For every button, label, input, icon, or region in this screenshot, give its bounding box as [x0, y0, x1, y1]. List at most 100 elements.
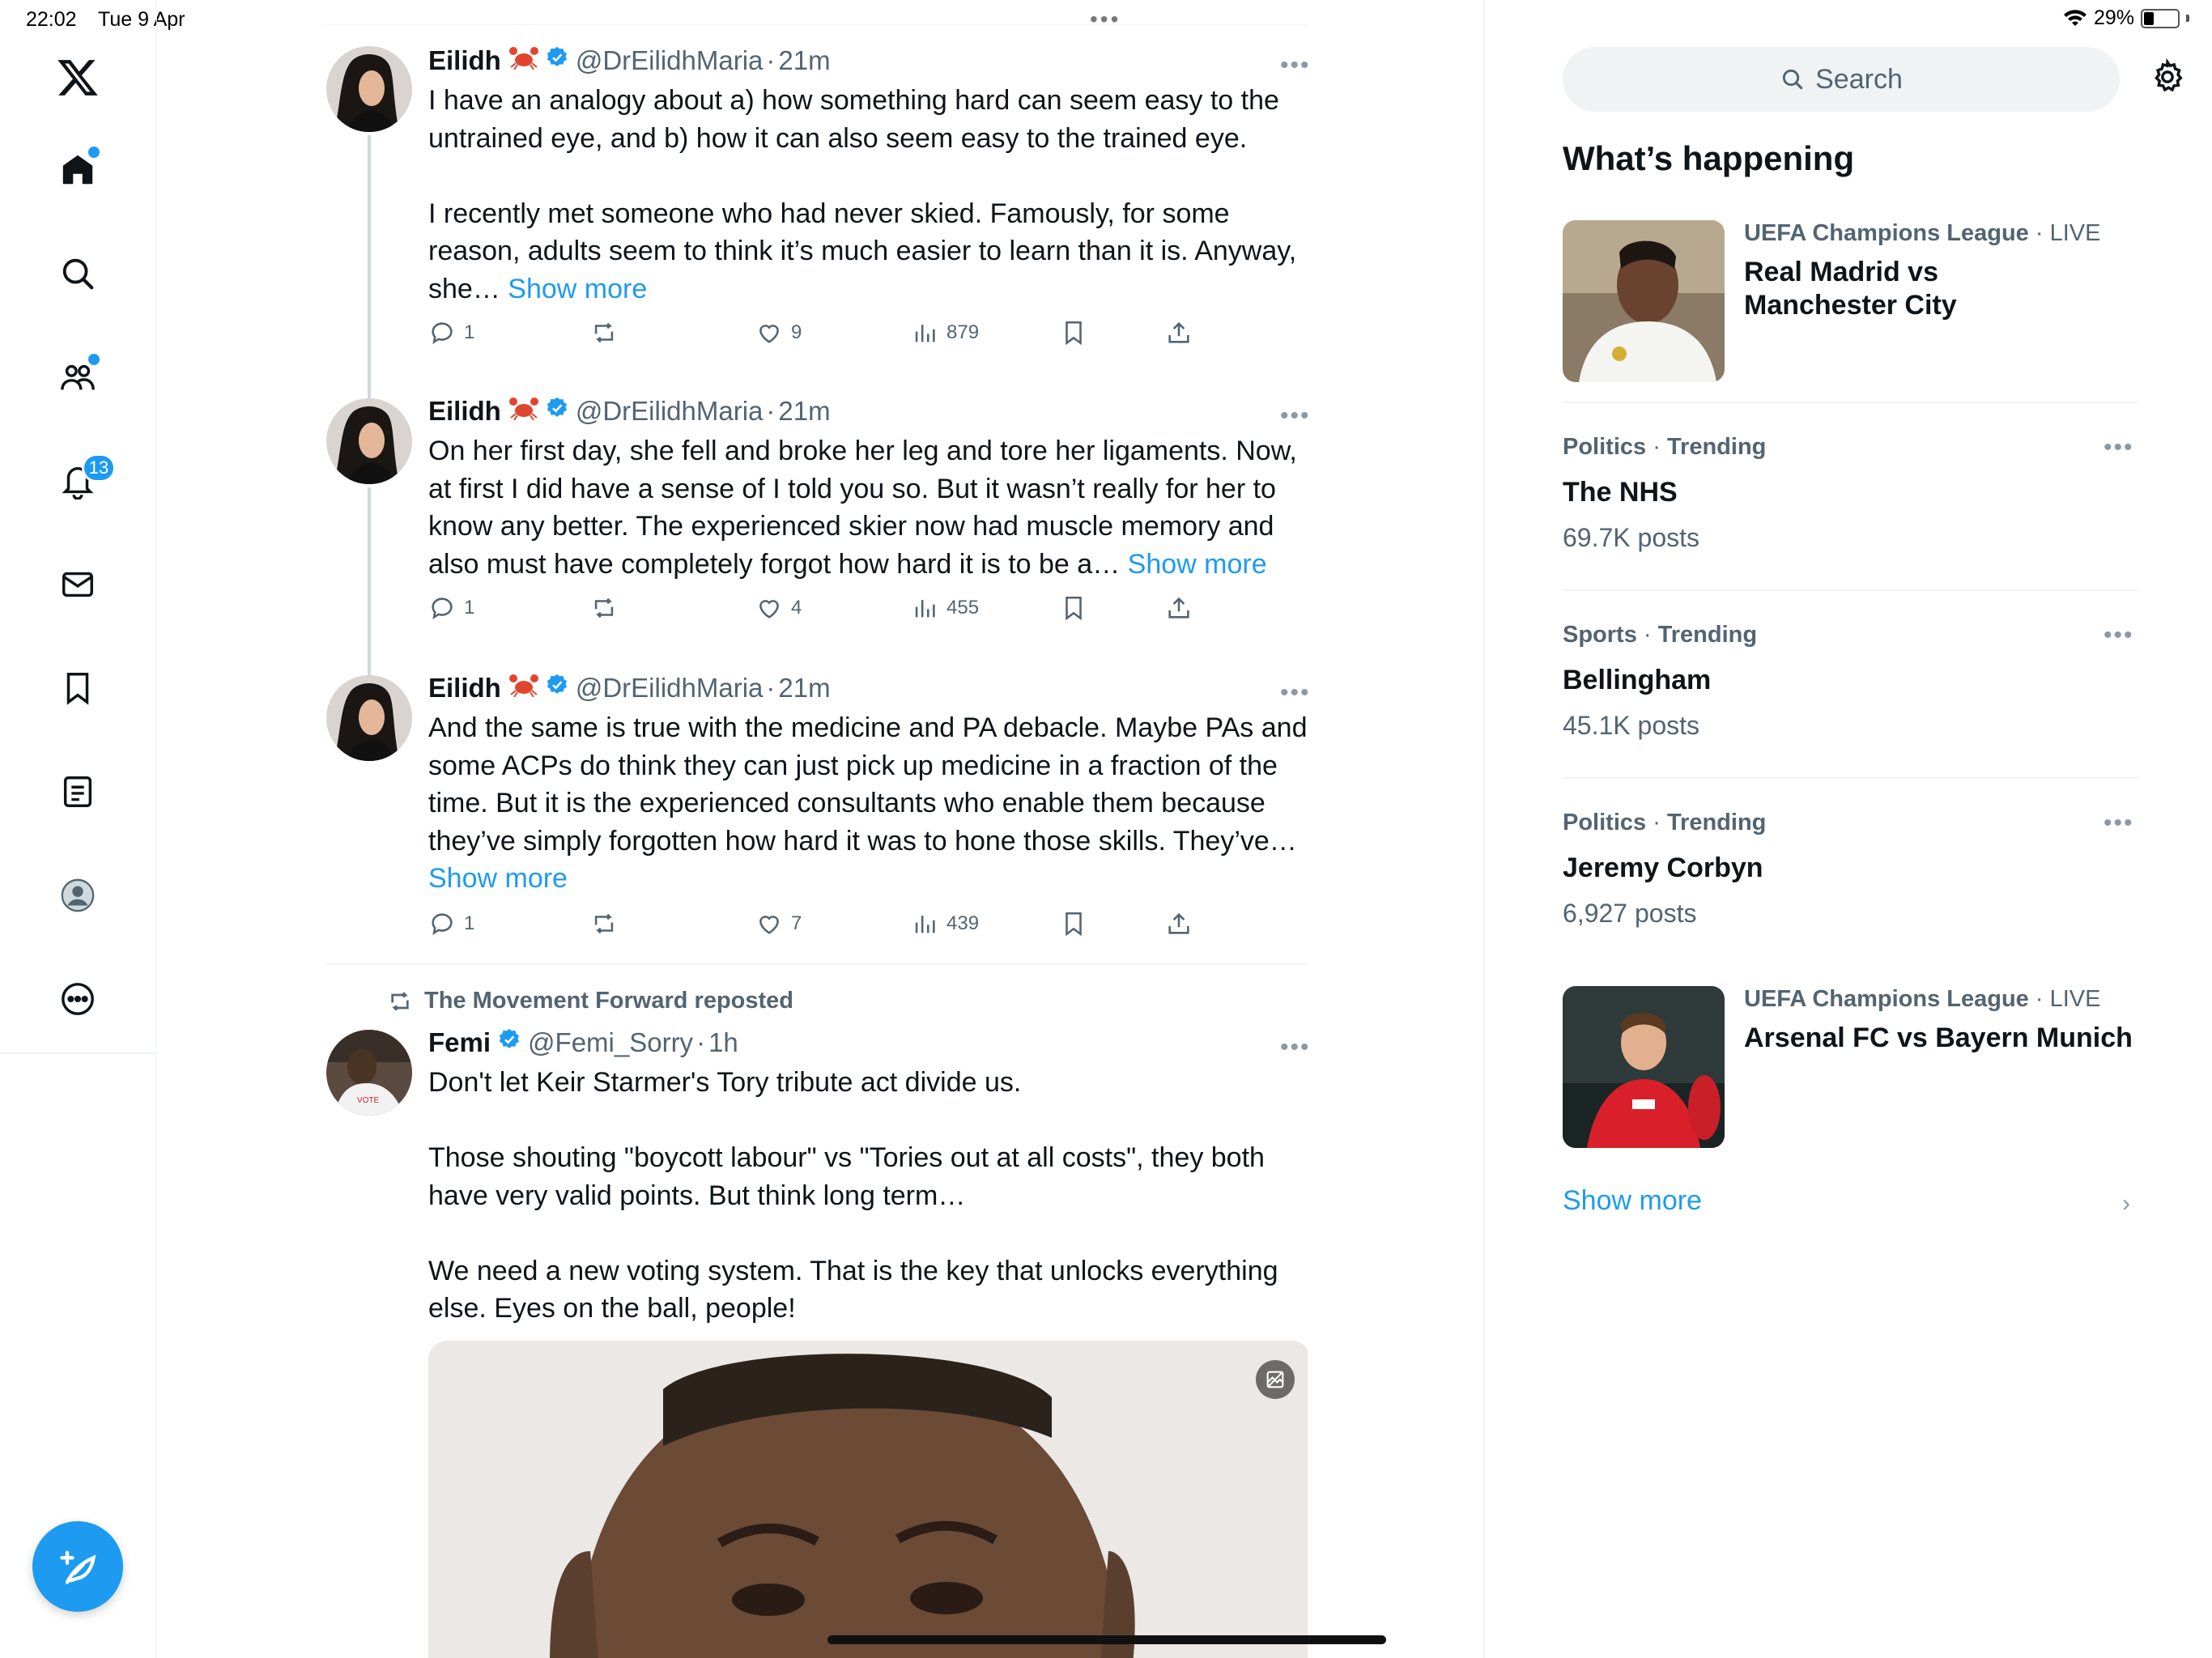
tweet-actions: 1 4 455: [428, 594, 1238, 627]
like-button[interactable]: 4: [755, 594, 802, 622]
tweet-more-icon[interactable]: •••: [1280, 404, 1308, 428]
communities-icon[interactable]: [45, 345, 110, 410]
tweet-time[interactable]: 21m: [778, 395, 830, 427]
tweet-time[interactable]: 21m: [778, 45, 830, 77]
views-button[interactable]: 455: [911, 594, 979, 622]
share-button[interactable]: [1165, 319, 1193, 346]
home-indicator[interactable]: [827, 1635, 1386, 1644]
search-box[interactable]: Search: [1563, 47, 2120, 112]
trend-divider: [1563, 589, 2138, 591]
trend-post-count: 69.7K posts: [1563, 523, 1699, 552]
trend-more-icon[interactable]: •••: [2104, 434, 2134, 461]
crab-emoji-icon: [508, 395, 538, 427]
trend-more-icon[interactable]: •••: [2104, 622, 2134, 649]
heart-icon: [759, 600, 779, 619]
repost-icon: [391, 991, 409, 1011]
tweet-header: Femi @Femi_Sorry · 1h: [428, 1027, 738, 1059]
trend-category: Politics · Trending: [1563, 434, 1767, 460]
messages-icon[interactable]: [45, 552, 110, 617]
author-name[interactable]: Eilidh: [428, 45, 501, 77]
author-name[interactable]: Eilidh: [428, 395, 501, 427]
whats-happening-title: What’s happening: [1563, 139, 1855, 177]
repost-icon: [594, 322, 614, 343]
author-avatar[interactable]: [326, 46, 412, 132]
author-handle[interactable]: @Femi_Sorry: [528, 1027, 693, 1059]
trend-title: Arsenal FC vs Bayern Munich: [1744, 1022, 2133, 1053]
lists-icon[interactable]: [45, 759, 110, 824]
tweet-more-icon[interactable]: •••: [1280, 53, 1308, 78]
trend-category: Sports · Trending: [1563, 622, 1758, 648]
chevron-right-icon[interactable]: ›: [2122, 1190, 2130, 1218]
trend-item[interactable]: Politics · Trending ••• The NHS 69.7K po…: [1563, 434, 2138, 563]
tweet-text: I have an analogy about a) how something…: [428, 85, 1297, 304]
reply-button[interactable]: 1: [428, 594, 474, 622]
author-name[interactable]: Eilidh: [428, 672, 501, 704]
reply-button[interactable]: 1: [428, 319, 474, 346]
author-handle[interactable]: @DrEilidhMaria: [576, 45, 764, 77]
heart-icon: [759, 916, 779, 934]
trend-item[interactable]: Sports · Trending ••• Bellingham 45.1K p…: [1563, 622, 2138, 751]
bookmark-button[interactable]: [1060, 319, 1087, 346]
trend-divider: [1563, 777, 2138, 779]
repost-button[interactable]: [590, 910, 618, 937]
more-options-icon[interactable]: [45, 967, 110, 1031]
tweet-more-icon[interactable]: •••: [1280, 1035, 1308, 1060]
tweet-time[interactable]: 21m: [778, 672, 830, 704]
repost-button[interactable]: [590, 594, 618, 622]
author-avatar[interactable]: [326, 398, 412, 484]
author-handle[interactable]: @DrEilidhMaria: [576, 395, 764, 427]
author-avatar[interactable]: VOTE: [326, 1030, 412, 1116]
reply-button[interactable]: 1: [428, 910, 474, 937]
trend-more-icon[interactable]: •••: [2104, 810, 2134, 837]
repost-icon: [594, 597, 614, 619]
trend-title: Jeremy Corbyn: [1563, 852, 1763, 883]
trends-show-more-link[interactable]: Show more: [1563, 1185, 1702, 1217]
trend-category: Politics · Trending: [1563, 810, 1767, 835]
notifications-icon[interactable]: 13: [45, 449, 116, 513]
trend-thumbnail: [1563, 220, 1725, 382]
repost-label[interactable]: The Movement Forward reposted: [387, 988, 793, 1014]
trend-post-count: 45.1K posts: [1563, 711, 1699, 740]
trend-item[interactable]: UEFA Champions League · LIVE Real Madrid…: [1563, 220, 2138, 382]
search-nav-icon[interactable]: [45, 241, 110, 306]
compose-post-button[interactable]: [32, 1521, 123, 1612]
like-button[interactable]: 7: [755, 910, 802, 937]
bookmarks-nav-icon[interactable]: [45, 656, 110, 721]
bookmark-button[interactable]: [1060, 594, 1087, 622]
trend-item[interactable]: UEFA Champions League · LIVE Arsenal FC …: [1563, 986, 2138, 1148]
tweet-time[interactable]: 1h: [708, 1027, 738, 1059]
show-more-link[interactable]: Show more: [508, 274, 647, 304]
settings-gear-icon[interactable]: [2149, 57, 2186, 100]
tweet-actions: 1 7 439: [428, 910, 1238, 942]
trend-thumbnail: [1563, 986, 1725, 1148]
tweet-text: And the same is true with the medicine a…: [428, 712, 1308, 894]
trend-title: Bellingham: [1563, 665, 1712, 695]
show-more-link[interactable]: Show more: [428, 863, 568, 894]
trend-category: UEFA Champions League · LIVE: [1744, 986, 2101, 1012]
author-avatar[interactable]: [326, 675, 412, 761]
views-chart-icon: [915, 600, 935, 618]
verified-badge-icon: [545, 45, 569, 77]
trend-item[interactable]: Politics · Trending ••• Jeremy Corbyn 6,…: [1563, 810, 2138, 939]
x-logo-icon[interactable]: [45, 45, 110, 110]
tweet-more-icon[interactable]: •••: [1280, 681, 1308, 705]
share-icon: [1168, 597, 1189, 619]
tweet-video[interactable]: [428, 1341, 1308, 1658]
like-button[interactable]: 9: [755, 319, 802, 346]
author-name[interactable]: Femi: [428, 1027, 491, 1059]
trend-title: The NHS: [1563, 477, 1678, 508]
media-sensitive-icon[interactable]: [1256, 1360, 1295, 1399]
repost-button[interactable]: [590, 319, 618, 346]
home-icon[interactable]: [45, 138, 110, 202]
bookmark-button[interactable]: [1060, 910, 1087, 937]
share-button[interactable]: [1165, 910, 1193, 937]
profile-avatar-icon[interactable]: [45, 863, 110, 928]
author-handle[interactable]: @DrEilidhMaria: [576, 672, 764, 704]
views-button[interactable]: 879: [911, 319, 979, 346]
share-button[interactable]: [1165, 594, 1193, 622]
show-more-link[interactable]: Show more: [1128, 549, 1267, 580]
left-nav: 13: [0, 0, 157, 1658]
views-button[interactable]: 439: [911, 910, 979, 937]
trend-title: Real Madrid vs Manchester City: [1744, 257, 1957, 321]
tweet-header: Eilidh @DrEilidhMaria · 21m: [428, 672, 831, 704]
